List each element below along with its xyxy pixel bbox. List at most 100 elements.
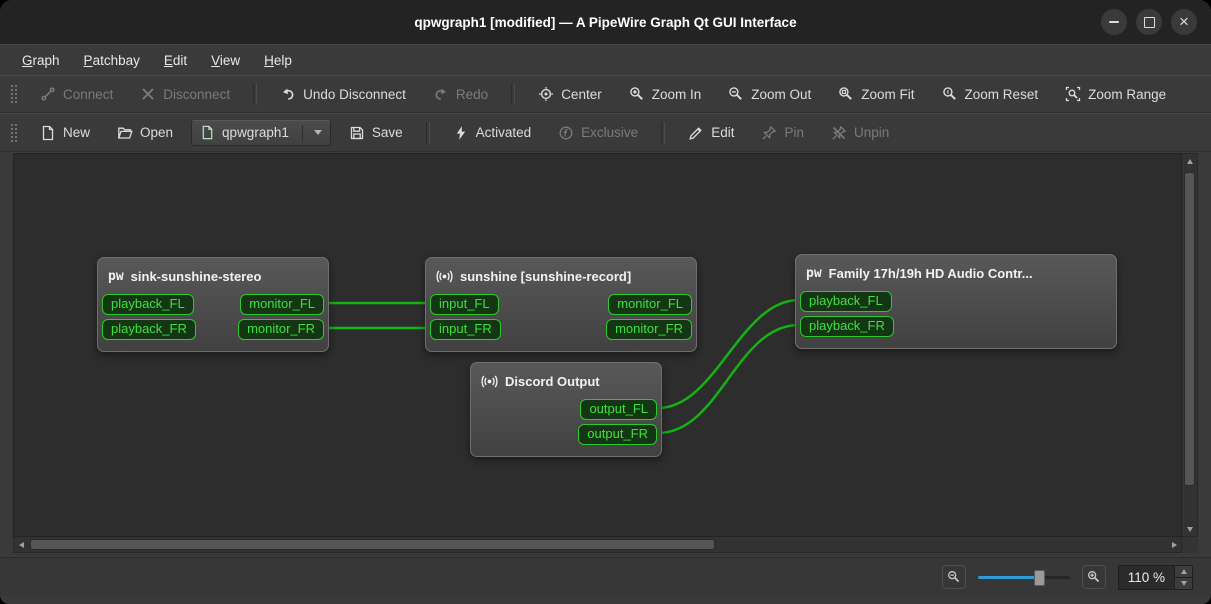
- save-button[interactable]: Save: [340, 120, 412, 146]
- zoom-reset-icon: [942, 87, 956, 100]
- app-window: qpwgraph1 [modified] — A PipeWire Graph …: [0, 0, 1211, 604]
- redo-label: Redo: [455, 86, 489, 102]
- vertical-scrollbar[interactable]: [1182, 153, 1198, 537]
- port-output_FL[interactable]: output_FL: [580, 399, 657, 420]
- pipewire-icon: pw: [806, 265, 822, 281]
- close-icon: ×: [1179, 11, 1189, 31]
- maximize-button[interactable]: [1136, 9, 1162, 35]
- zoom-in-button[interactable]: Zoom In: [620, 81, 711, 107]
- toolbar-separator: [661, 121, 666, 144]
- graph-canvas[interactable]: pw sink-sunshine-stereo playback_FL moni…: [13, 153, 1182, 537]
- exclusive-label: Exclusive: [581, 125, 639, 140]
- disconnect-label: Disconnect: [163, 86, 231, 102]
- scroll-left-button[interactable]: [14, 537, 28, 552]
- statusbar: 110 %: [0, 557, 1211, 596]
- close-button[interactable]: ×: [1171, 9, 1197, 35]
- edit-button[interactable]: Edit: [679, 120, 743, 146]
- node-sink-sunshine-stereo[interactable]: pw sink-sunshine-stereo playback_FL moni…: [97, 257, 329, 352]
- horizontal-scroll-track[interactable]: [28, 537, 1167, 552]
- zoom-fit-button[interactable]: Zoom Fit: [829, 81, 923, 107]
- window-title: qpwgraph1 [modified] — A PipeWire Graph …: [414, 14, 797, 30]
- redo-button: Redo: [424, 81, 497, 107]
- zoom-slider-handle[interactable]: [1033, 570, 1045, 586]
- port-playback_FR[interactable]: playback_FR: [102, 319, 196, 340]
- node-title: sink-sunshine-stereo: [130, 268, 262, 284]
- horizontal-scrollbar[interactable]: [13, 537, 1182, 553]
- save-icon: [350, 126, 364, 139]
- pencil-icon: [689, 126, 702, 140]
- scroll-up-button[interactable]: [1182, 154, 1197, 168]
- statusbar-zoom-out-button[interactable]: [941, 565, 966, 589]
- zoom-fit-icon: [839, 87, 853, 100]
- stream-icon: [436, 270, 453, 282]
- port-monitor_FL[interactable]: monitor_FL: [240, 294, 324, 315]
- zoom-out-button[interactable]: Zoom Out: [719, 81, 820, 107]
- titlebar[interactable]: qpwgraph1 [modified] — A PipeWire Graph …: [0, 0, 1211, 44]
- node-header: sunshine [sunshine-record]: [426, 258, 696, 294]
- undo-icon: [283, 88, 294, 100]
- port-input_FR[interactable]: input_FR: [430, 319, 501, 340]
- zoom-spin-up[interactable]: [1175, 565, 1192, 577]
- unpin-button: Unpin: [822, 120, 898, 146]
- node-discord-output[interactable]: Discord Output output_FL output_FR: [470, 362, 662, 457]
- menu-help[interactable]: Help: [254, 50, 302, 71]
- graph-toolbar: Connect Disconnect Undo Disconnect Redo …: [0, 75, 1211, 113]
- session-select[interactable]: qpwgraph1: [191, 119, 331, 146]
- minimize-button[interactable]: [1101, 9, 1127, 35]
- menu-edit[interactable]: Edit: [154, 50, 197, 71]
- zoom-fit-label: Zoom Fit: [861, 86, 915, 102]
- zoom-slider-fill: [977, 576, 1038, 579]
- node-sunshine-record[interactable]: sunshine [sunshine-record] input_FL moni…: [425, 257, 697, 352]
- statusbar-zoom-in-button[interactable]: [1081, 565, 1106, 589]
- scroll-right-button[interactable]: [1167, 537, 1181, 552]
- horizontal-scroll-thumb[interactable]: [30, 539, 716, 550]
- port-output_FR[interactable]: output_FR: [578, 424, 657, 445]
- zoom-range-icon: [1065, 86, 1081, 102]
- session-file-icon: [202, 125, 213, 140]
- vertical-scroll-thumb[interactable]: [1184, 172, 1195, 486]
- port-monitor_FR[interactable]: monitor_FR: [238, 319, 324, 340]
- node-header: pw Family 17h/19h HD Audio Contr...: [796, 255, 1116, 291]
- minimize-icon: [1109, 21, 1119, 23]
- activated-label: Activated: [475, 125, 532, 140]
- exclusive-button: Exclusive: [549, 120, 647, 146]
- center-label: Center: [561, 86, 602, 102]
- zoom-spinbox[interactable]: 110 %: [1117, 564, 1193, 590]
- port-monitor_FL[interactable]: monitor_FL: [608, 294, 692, 315]
- connect-icon: [41, 87, 55, 101]
- open-button[interactable]: Open: [108, 120, 182, 146]
- vertical-scroll-track[interactable]: [1182, 168, 1197, 522]
- port-monitor_FR[interactable]: monitor_FR: [606, 319, 692, 340]
- toolbar-separator: [253, 83, 258, 105]
- arrow-left-icon: [18, 541, 24, 548]
- redo-icon: [435, 88, 446, 100]
- node-title: sunshine [sunshine-record]: [460, 268, 632, 284]
- port-playback_FR[interactable]: playback_FR: [800, 316, 894, 337]
- toolbar-separator: [425, 121, 430, 144]
- zoom-range-button[interactable]: Zoom Range: [1056, 81, 1175, 107]
- zoom-spin-down[interactable]: [1175, 576, 1192, 589]
- center-button[interactable]: Center: [529, 81, 611, 107]
- toolbar-grip[interactable]: [10, 83, 18, 105]
- toolbar-grip[interactable]: [10, 121, 18, 144]
- scroll-down-button[interactable]: [1182, 522, 1197, 536]
- zoom-reset-button[interactable]: Zoom Reset: [933, 81, 1048, 107]
- new-file-icon: [42, 125, 54, 140]
- port-playback_FL[interactable]: playback_FL: [800, 291, 892, 312]
- arrow-down-icon: [1186, 526, 1193, 532]
- arrow-up-icon: [1186, 158, 1193, 164]
- undo-button[interactable]: Undo Disconnect: [271, 81, 415, 107]
- activated-button[interactable]: Activated: [444, 120, 541, 146]
- arrow-right-icon: [1171, 541, 1177, 548]
- zoom-slider[interactable]: [977, 568, 1070, 586]
- toolbar-separator: [511, 83, 516, 105]
- menu-graph[interactable]: Graph: [12, 50, 70, 71]
- node-family-audio-controller[interactable]: pw Family 17h/19h HD Audio Contr... play…: [795, 254, 1117, 349]
- menu-patchbay[interactable]: Patchbay: [74, 50, 150, 71]
- new-button[interactable]: New: [31, 120, 99, 146]
- menu-view[interactable]: View: [201, 50, 250, 71]
- zoom-reset-label: Zoom Reset: [964, 86, 1039, 102]
- port-playback_FL[interactable]: playback_FL: [102, 294, 194, 315]
- port-input_FL[interactable]: input_FL: [430, 294, 499, 315]
- scrollbar-corner: [1182, 537, 1198, 553]
